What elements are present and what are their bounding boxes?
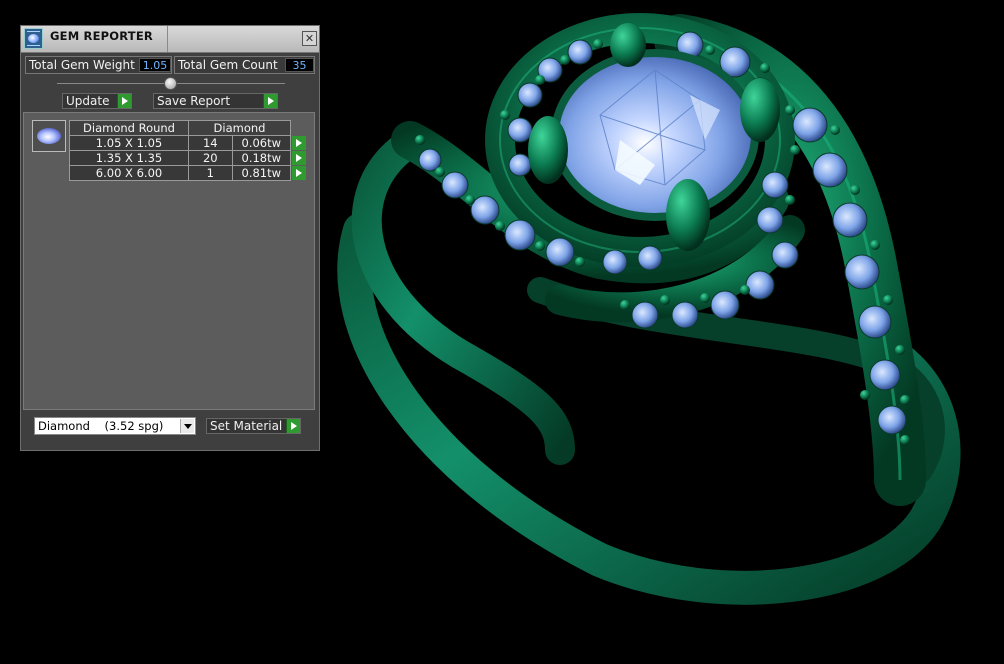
- select-row-arrow-icon[interactable]: [292, 166, 306, 180]
- gem-list-area: Diamond Round Diamond 1.05 X 1.05 14 0.0…: [23, 112, 315, 410]
- title-bar[interactable]: GEM REPORTER ✕: [21, 26, 319, 53]
- close-icon: ✕: [304, 32, 315, 45]
- table-row[interactable]: 1.35 X 1.35 20 0.18tw: [69, 150, 307, 166]
- chevron-down-icon[interactable]: [180, 419, 194, 433]
- gem-reporter-app-icon: [24, 28, 43, 49]
- save-report-button-label: Save Report: [157, 94, 231, 108]
- title-divider: [167, 26, 168, 52]
- table-row[interactable]: 6.00 X 6.00 1 0.81tw: [69, 165, 307, 181]
- material-select-value: Diamond (3.52 spg): [38, 419, 164, 433]
- gem-table-header: Diamond Round Diamond: [69, 120, 307, 136]
- gem-size: 1.05 X 1.05: [69, 135, 189, 151]
- total-gem-count-field: Total Gem Count 35: [174, 56, 315, 74]
- gem-weight: 0.06tw: [231, 135, 292, 151]
- total-gem-weight-value: 1.05: [139, 58, 171, 72]
- shape-header: Diamond Round: [69, 120, 189, 136]
- material-select[interactable]: Diamond (3.52 spg): [34, 417, 196, 435]
- update-button[interactable]: Update: [62, 93, 132, 109]
- save-report-button[interactable]: Save Report: [153, 93, 278, 109]
- gem-table: Diamond Round Diamond 1.05 X 1.05 14 0.0…: [69, 120, 307, 181]
- select-row-arrow-icon[interactable]: [292, 151, 306, 165]
- gem-weight: 0.81tw: [231, 165, 292, 181]
- update-button-label: Update: [66, 94, 110, 108]
- gem-count: 20: [188, 150, 233, 166]
- diamond-round-thumbnail[interactable]: [32, 120, 66, 152]
- total-gem-weight-label: Total Gem Weight: [29, 58, 135, 72]
- total-gem-count-label: Total Gem Count: [178, 58, 278, 72]
- table-row[interactable]: 1.05 X 1.05 14 0.06tw: [69, 135, 307, 151]
- total-gem-count-value: 35: [285, 58, 314, 72]
- gem-reporter-panel: GEM REPORTER ✕ Total Gem Weight 1.05 Tot…: [20, 25, 320, 451]
- gem-weight: 0.18tw: [231, 150, 292, 166]
- window-title: GEM REPORTER: [50, 29, 153, 43]
- play-arrow-icon: [117, 94, 131, 108]
- gem-count: 1: [188, 165, 233, 181]
- play-arrow-icon: [263, 94, 277, 108]
- play-arrow-icon: [286, 419, 300, 433]
- material-header: Diamond: [188, 120, 291, 136]
- round-gem-icon: [37, 128, 61, 144]
- set-material-button-label: Set Material: [210, 419, 283, 433]
- gem-size: 1.35 X 1.35: [69, 150, 189, 166]
- close-button[interactable]: ✕: [302, 31, 317, 46]
- total-gem-weight-field: Total Gem Weight 1.05: [25, 56, 172, 74]
- set-material-button[interactable]: Set Material: [206, 418, 301, 434]
- panel-splitter-handle[interactable]: [164, 77, 177, 90]
- gem-count: 14: [188, 135, 233, 151]
- gem-size: 6.00 X 6.00: [69, 165, 189, 181]
- select-row-arrow-icon[interactable]: [292, 136, 306, 150]
